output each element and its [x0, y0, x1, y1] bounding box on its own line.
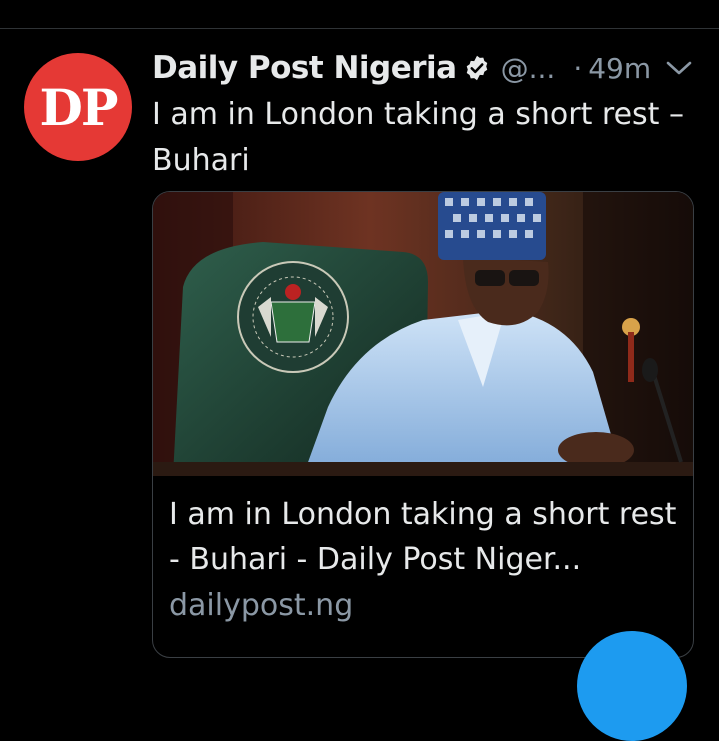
- card-image[interactable]: [153, 192, 694, 476]
- separator-dot: ·: [573, 51, 583, 85]
- tweet[interactable]: DP Daily Post Nigeria @... · 49m I am in…: [0, 0, 719, 741]
- card-domain: dailypost.ng: [169, 588, 354, 623]
- tweet-timestamp[interactable]: 49m: [588, 52, 651, 85]
- avatar-logo-text: DP: [39, 77, 119, 137]
- author-name[interactable]: Daily Post Nigeria: [152, 50, 457, 86]
- tweet-header: Daily Post Nigeria @... · 49m: [152, 48, 651, 88]
- chevron-down-icon[interactable]: [664, 56, 694, 80]
- verified-badge-icon: [466, 55, 487, 81]
- author-handle[interactable]: @...: [501, 52, 556, 85]
- compose-fab-button[interactable]: [577, 631, 687, 741]
- link-card[interactable]: I am in London taking a short rest - Buh…: [152, 191, 694, 658]
- tweet-text: I am in London taking a short rest – Buh…: [152, 97, 684, 178]
- card-title[interactable]: I am in London taking a short rest - Buh…: [169, 492, 684, 582]
- avatar[interactable]: DP: [24, 53, 132, 161]
